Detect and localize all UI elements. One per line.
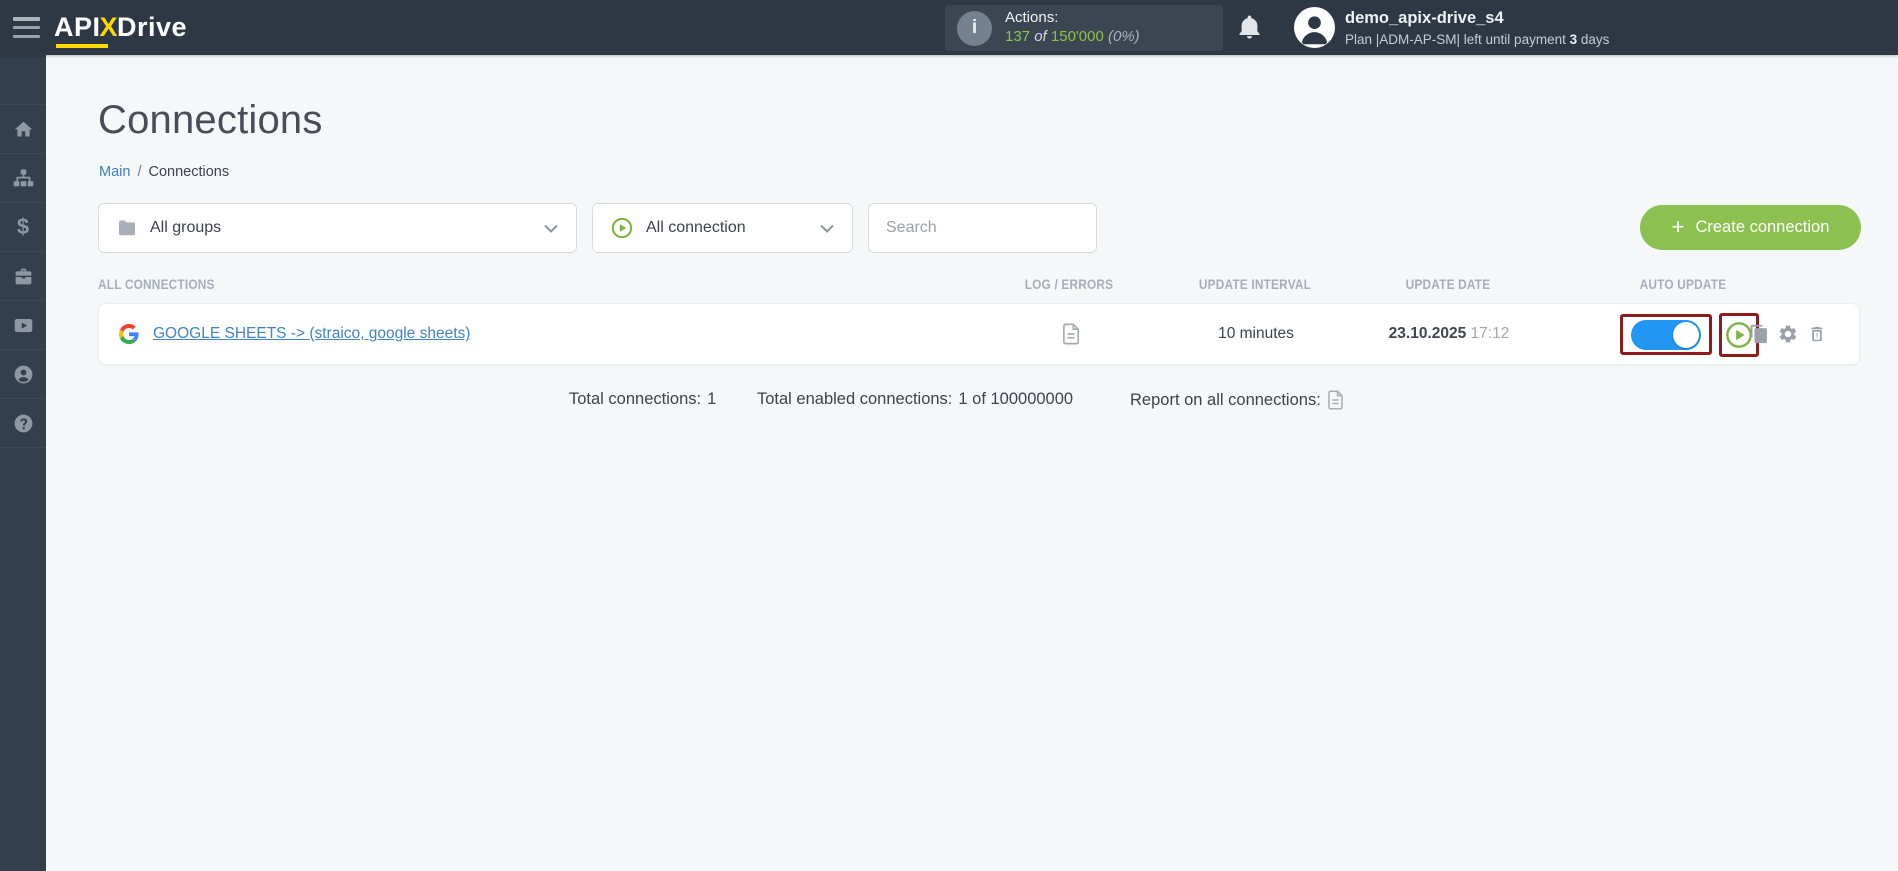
total-connections-value: 1 bbox=[707, 390, 716, 409]
actions-percent: (0%) bbox=[1108, 28, 1140, 45]
date-value: 23.10.2025 bbox=[1389, 325, 1467, 342]
user-name: demo_apix-drive_s4 bbox=[1345, 8, 1609, 29]
connection-filter-value: All connection bbox=[646, 219, 820, 237]
breadcrumb-main-link[interactable]: Main bbox=[99, 164, 130, 180]
toggle-knob bbox=[1673, 322, 1699, 348]
sidebar-item-billing[interactable]: $ bbox=[0, 203, 46, 252]
column-header-log-errors: LOG / ERRORS bbox=[1025, 277, 1114, 292]
user-plan: Plan |ADM-AP-SM| left until payment 3 da… bbox=[1345, 31, 1609, 49]
column-header-auto-update: AUTO UPDATE bbox=[1640, 277, 1727, 292]
logo-underline bbox=[56, 44, 108, 48]
sidebar-item-services[interactable] bbox=[0, 252, 46, 301]
sitemap-icon bbox=[13, 168, 34, 189]
enabled-connections-value: 1 of 100000000 bbox=[958, 390, 1073, 409]
sidebar-item-video[interactable] bbox=[0, 301, 46, 350]
chevron-down-icon bbox=[820, 224, 834, 233]
update-date-value: 23.10.2025 17:12 bbox=[1389, 325, 1510, 343]
folder-icon bbox=[117, 220, 137, 236]
connection-status-dropdown[interactable]: All connection bbox=[592, 203, 853, 253]
logo-text-api: API bbox=[54, 12, 101, 42]
groups-filter-dropdown[interactable]: All groups bbox=[98, 203, 577, 253]
app-logo[interactable]: APIXDrive bbox=[54, 10, 187, 44]
actions-used: 137 bbox=[1005, 28, 1030, 45]
chevron-down-icon bbox=[544, 224, 558, 233]
highlight-box-toggle bbox=[1620, 314, 1712, 355]
top-header: APIXDrive i Actions: 137 of 150'000 (0%)… bbox=[0, 0, 1898, 55]
menu-icon[interactable] bbox=[13, 17, 40, 38]
total-connections: Total connections:1 bbox=[569, 390, 716, 409]
logo-text-drive: Drive bbox=[117, 12, 187, 42]
actions-counter[interactable]: i Actions: 137 of 150'000 (0%) bbox=[945, 5, 1223, 51]
dollar-icon: $ bbox=[17, 216, 29, 238]
google-logo-icon bbox=[119, 324, 139, 344]
sidebar-item-help[interactable] bbox=[0, 399, 46, 448]
copy-icon[interactable] bbox=[1749, 324, 1769, 345]
time-value: 17:12 bbox=[1471, 325, 1510, 342]
column-header-update-interval: UPDATE INTERVAL bbox=[1199, 277, 1311, 292]
left-sidebar: $ bbox=[0, 55, 46, 871]
breadcrumb-current: Connections bbox=[148, 164, 229, 180]
briefcase-icon bbox=[13, 266, 34, 287]
actions-label: Actions: bbox=[1005, 9, 1140, 28]
info-icon: i bbox=[957, 11, 992, 46]
breadcrumb: Main / Connections bbox=[99, 164, 229, 180]
home-icon bbox=[13, 119, 34, 140]
breadcrumb-separator: / bbox=[137, 164, 141, 180]
settings-gear-icon[interactable] bbox=[1778, 324, 1799, 345]
actions-usage: 137 of 150'000 (0%) bbox=[1005, 28, 1140, 47]
question-icon bbox=[13, 413, 34, 434]
connection-row: GOOGLE SHEETS -> (straico, google sheets… bbox=[98, 303, 1860, 365]
create-connection-label: Create connection bbox=[1695, 218, 1829, 237]
column-header-update-date: UPDATE DATE bbox=[1406, 277, 1491, 292]
report-file-icon[interactable] bbox=[1327, 390, 1344, 410]
user-info[interactable]: demo_apix-drive_s4 Plan |ADM-AP-SM| left… bbox=[1345, 8, 1609, 49]
actions-total: 150'000 bbox=[1051, 28, 1104, 45]
log-file-icon[interactable] bbox=[1062, 323, 1081, 345]
user-avatar[interactable] bbox=[1294, 7, 1335, 48]
notifications-bell-icon[interactable] bbox=[1236, 13, 1263, 42]
sidebar-item-account[interactable] bbox=[0, 350, 46, 399]
logo-text-x: X bbox=[100, 12, 119, 42]
days-left-value: 3 bbox=[1570, 32, 1578, 47]
actions-of: of bbox=[1034, 28, 1047, 45]
video-play-icon bbox=[13, 315, 34, 336]
update-interval-value: 10 minutes bbox=[1218, 325, 1294, 343]
app-screen: APIXDrive i Actions: 137 of 150'000 (0%)… bbox=[0, 0, 1898, 871]
total-enabled-connections: Total enabled connections:1 of 100000000 bbox=[757, 390, 1073, 409]
search-input[interactable] bbox=[868, 203, 1097, 253]
column-header-all-connections: ALL CONNECTIONS bbox=[98, 277, 215, 292]
auto-update-toggle[interactable] bbox=[1631, 320, 1701, 350]
connection-name-link[interactable]: GOOGLE SHEETS -> (straico, google sheets… bbox=[153, 325, 470, 343]
sidebar-item-home[interactable] bbox=[0, 105, 46, 154]
sidebar-item-connections[interactable] bbox=[0, 154, 46, 203]
sidebar-spacer bbox=[0, 55, 46, 105]
create-connection-button[interactable]: + Create connection bbox=[1640, 205, 1861, 250]
report-all-connections: Report on all connections: bbox=[1130, 390, 1344, 410]
plus-icon: + bbox=[1672, 216, 1685, 238]
groups-filter-value: All groups bbox=[150, 219, 544, 237]
page-title: Connections bbox=[98, 98, 323, 143]
trash-icon[interactable] bbox=[1808, 324, 1827, 345]
person-icon bbox=[13, 364, 34, 385]
play-circle-icon bbox=[611, 217, 633, 239]
